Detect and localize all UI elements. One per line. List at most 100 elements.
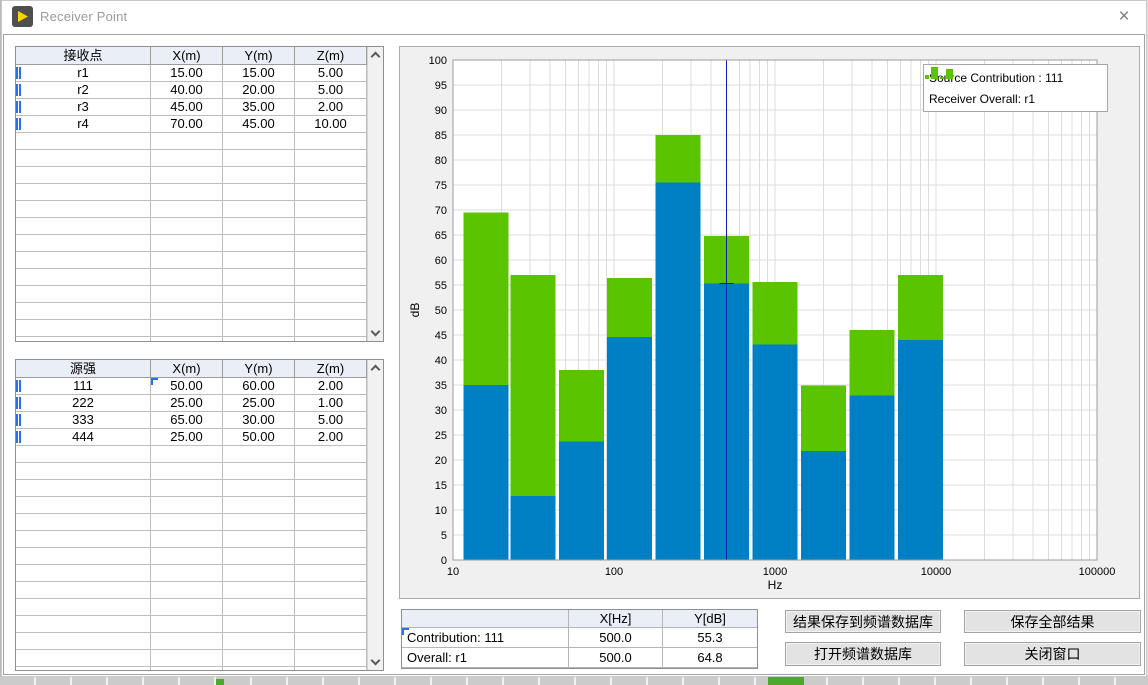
- table-row[interactable]: [16, 650, 383, 667]
- table-row[interactable]: [16, 548, 383, 565]
- table-row[interactable]: r240.0020.005.00: [16, 82, 383, 99]
- table-row[interactable]: [16, 235, 383, 252]
- table-row[interactable]: [16, 320, 383, 337]
- table-cell[interactable]: [151, 548, 223, 565]
- table-cell[interactable]: 20.00: [223, 82, 295, 99]
- table-row[interactable]: [16, 565, 383, 582]
- titlebar[interactable]: Receiver Point ×: [2, 1, 1146, 34]
- table-row[interactable]: [16, 201, 383, 218]
- table-cell[interactable]: [151, 320, 223, 337]
- table-row[interactable]: [16, 167, 383, 184]
- table-row[interactable]: [16, 531, 383, 548]
- table-row[interactable]: 11150.0060.002.00: [16, 378, 383, 395]
- table-cell[interactable]: [295, 235, 367, 252]
- table-cell[interactable]: [151, 337, 223, 342]
- table-cell[interactable]: [295, 167, 367, 184]
- table-cell[interactable]: [151, 303, 223, 320]
- table-cell[interactable]: [151, 667, 223, 671]
- table-cell[interactable]: 65.00: [151, 412, 223, 429]
- save-all-results-button[interactable]: 保存全部结果: [964, 610, 1141, 633]
- table-cell[interactable]: 444: [16, 429, 151, 446]
- legend-item[interactable]: Source Contribution : 111: [929, 67, 1102, 88]
- table-cell[interactable]: [16, 150, 151, 167]
- table-cell[interactable]: [151, 463, 223, 480]
- table-cell[interactable]: [151, 218, 223, 235]
- table-row[interactable]: [16, 599, 383, 616]
- table-cell[interactable]: 60.00: [223, 378, 295, 395]
- table-cell[interactable]: [295, 320, 367, 337]
- table-cell[interactable]: [295, 133, 367, 150]
- table-cell[interactable]: [223, 497, 295, 514]
- table-row[interactable]: [16, 582, 383, 599]
- table-cell[interactable]: [16, 218, 151, 235]
- table-cell[interactable]: 35.00: [223, 99, 295, 116]
- open-spectrum-db-button[interactable]: 打开频谱数据库: [785, 642, 941, 666]
- table-row[interactable]: [16, 480, 383, 497]
- table-row[interactable]: [16, 133, 383, 150]
- table-cell[interactable]: r3: [16, 99, 151, 116]
- table-cell[interactable]: [16, 497, 151, 514]
- table-cell[interactable]: [151, 235, 223, 252]
- table-row[interactable]: 22225.0025.001.00: [16, 395, 383, 412]
- table-cell[interactable]: [16, 286, 151, 303]
- receiver-points-table[interactable]: 接收点X(m)Y(m)Z(m)r115.0015.005.00r240.0020…: [15, 46, 384, 342]
- table-cell[interactable]: [295, 531, 367, 548]
- close-icon[interactable]: ×: [1110, 3, 1138, 31]
- table-cell[interactable]: [151, 582, 223, 599]
- table-row[interactable]: [16, 633, 383, 650]
- table-cell[interactable]: 1.00: [295, 395, 367, 412]
- table-cell[interactable]: [16, 531, 151, 548]
- table-cell[interactable]: [295, 650, 367, 667]
- table-row[interactable]: [16, 497, 383, 514]
- table-row[interactable]: [16, 150, 383, 167]
- table-cell[interactable]: [295, 184, 367, 201]
- table-cell[interactable]: 111: [16, 378, 151, 395]
- table-cell[interactable]: 30.00: [223, 412, 295, 429]
- table-cell[interactable]: [16, 650, 151, 667]
- spectrum-chart[interactable]: 0510152025303540455055606570758085909510…: [400, 47, 1139, 598]
- table-cell[interactable]: [16, 667, 151, 671]
- table-cell[interactable]: 5.00: [295, 65, 367, 82]
- table-cell[interactable]: [151, 650, 223, 667]
- table-cell[interactable]: [295, 599, 367, 616]
- table-cell[interactable]: [223, 565, 295, 582]
- save-results-to-spectrum-db-button[interactable]: 结果保存到频谱数据库: [785, 610, 941, 633]
- table-cell[interactable]: [151, 497, 223, 514]
- table-cell[interactable]: [16, 303, 151, 320]
- table-cell[interactable]: [295, 548, 367, 565]
- table-row[interactable]: [16, 184, 383, 201]
- table-cell[interactable]: [223, 303, 295, 320]
- table-cell[interactable]: [295, 480, 367, 497]
- table-cell[interactable]: [223, 531, 295, 548]
- table-cell[interactable]: r2: [16, 82, 151, 99]
- scroll-down-icon[interactable]: [371, 327, 381, 337]
- table-cell[interactable]: [16, 616, 151, 633]
- table-cell[interactable]: [151, 531, 223, 548]
- table-cell[interactable]: [223, 633, 295, 650]
- table-row[interactable]: [16, 337, 383, 342]
- table-cell[interactable]: [223, 582, 295, 599]
- table-cell[interactable]: [151, 252, 223, 269]
- table-cell[interactable]: [223, 514, 295, 531]
- table-cell[interactable]: [295, 497, 367, 514]
- table-row[interactable]: [16, 667, 383, 671]
- table-cell[interactable]: [295, 565, 367, 582]
- table-cell[interactable]: 40.00: [151, 82, 223, 99]
- table-cell[interactable]: [16, 599, 151, 616]
- table-cell[interactable]: [16, 201, 151, 218]
- scroll-up-icon[interactable]: [371, 365, 381, 375]
- table-cell[interactable]: 25.00: [223, 395, 295, 412]
- table-cell[interactable]: [223, 167, 295, 184]
- table-cell[interactable]: [295, 633, 367, 650]
- table-cell[interactable]: [223, 218, 295, 235]
- table-cell[interactable]: [295, 582, 367, 599]
- table-cell[interactable]: [16, 269, 151, 286]
- table-cell[interactable]: 50.00: [151, 378, 223, 395]
- table-cell[interactable]: 2.00: [295, 99, 367, 116]
- table-cell[interactable]: [151, 446, 223, 463]
- table-row[interactable]: [16, 218, 383, 235]
- table-row[interactable]: r345.0035.002.00: [16, 99, 383, 116]
- table-row[interactable]: r470.0045.0010.00: [16, 116, 383, 133]
- table-row[interactable]: [16, 252, 383, 269]
- close-window-button[interactable]: 关闭窗口: [964, 642, 1141, 666]
